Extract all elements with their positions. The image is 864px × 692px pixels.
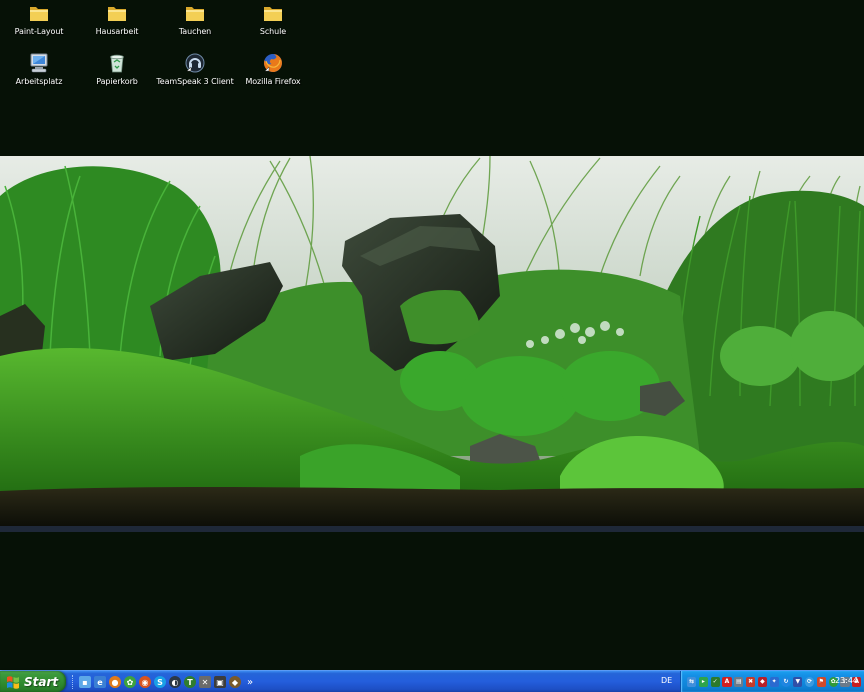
quicklaunch-overflow-chevron[interactable]: »: [247, 677, 253, 688]
desktop-icon-schule[interactable]: Schule: [236, 2, 310, 46]
safely-remove-icon[interactable]: ▸: [698, 676, 708, 687]
desktop-icon-label: Hausarbeit: [95, 27, 139, 36]
desktop-icon-label: Tauchen: [178, 27, 212, 36]
toolbar-grip[interactable]: [72, 675, 75, 689]
app-icon[interactable]: ◆: [229, 676, 241, 688]
desktop-icon-arbeitsplatz[interactable]: Arbeitsplatz: [2, 52, 76, 96]
desktop-icon-label: Papierkorb: [96, 77, 138, 86]
media-icon[interactable]: ▣: [214, 676, 226, 688]
folder-icon: [184, 2, 206, 24]
sync-icon[interactable]: ↻: [781, 676, 791, 687]
printer-icon[interactable]: ▤: [734, 676, 744, 687]
desktop-icon-label: Mozilla Firefox: [245, 77, 301, 86]
skype-icon[interactable]: S: [154, 676, 166, 688]
language-indicator[interactable]: DE: [658, 675, 675, 686]
desktop-icon-hausarbeit[interactable]: Hausarbeit: [80, 2, 154, 46]
teamspeak-icon: [184, 52, 206, 74]
desktop-icon-paint-layout[interactable]: Paint-Layout: [2, 2, 76, 46]
firefox-icon: [262, 52, 284, 74]
system-clock[interactable]: 23:44: [835, 676, 858, 685]
browser-icon[interactable]: ◉: [139, 676, 151, 688]
desktop-icon-teamspeak[interactable]: TeamSpeak 3 Client: [156, 52, 234, 96]
game-icon[interactable]: T: [184, 676, 196, 688]
folder-icon: [262, 2, 284, 24]
recycle-bin-icon: [106, 52, 128, 74]
messenger-icon[interactable]: ✦: [769, 676, 779, 687]
antivirus-icon[interactable]: ✓: [710, 676, 720, 687]
system-tray: ⇆ ▸ ✓ A ▤ ✖ ◆ ✦ ↻ ▼ ⟳ ⚑ ✿ ♪ A 23:44: [680, 671, 864, 692]
folder-icon: [106, 2, 128, 24]
tool-icon[interactable]: ✕: [199, 676, 211, 688]
icq-icon[interactable]: ✿: [124, 676, 136, 688]
desktop-icon-label: Arbeitsplatz: [15, 77, 63, 86]
windows-logo-icon: [7, 675, 19, 689]
flag-icon[interactable]: ⚑: [816, 676, 826, 687]
shield-icon[interactable]: ▼: [793, 676, 803, 687]
tool-tray-icon[interactable]: ✖: [745, 676, 756, 687]
taskbar: Start ▪ e ● ✿ ◉ S ◐ T ✕ ▣ ◆ » DE ⇆ ▸ ✓ A…: [0, 670, 864, 692]
desktop-icon-firefox[interactable]: Mozilla Firefox: [236, 52, 310, 96]
aquascape-wallpaper: [0, 156, 864, 532]
quick-launch-toolbar: ▪ e ● ✿ ◉ S ◐ T ✕ ▣ ◆ »: [72, 674, 253, 690]
start-label: Start: [24, 674, 59, 689]
update-icon[interactable]: ⟳: [804, 676, 815, 687]
ati-icon[interactable]: A: [722, 676, 732, 687]
start-button[interactable]: Start: [0, 671, 66, 692]
internet-explorer-icon[interactable]: e: [94, 676, 106, 688]
firefox-icon[interactable]: ●: [109, 676, 121, 688]
desktop-icon-label: Paint-Layout: [14, 27, 64, 36]
desktop-icon-papierkorb[interactable]: Papierkorb: [80, 52, 154, 96]
teamspeak-icon[interactable]: ◐: [169, 676, 181, 688]
security-icon[interactable]: ◆: [757, 676, 767, 687]
desktop-icon-label: TeamSpeak 3 Client: [156, 77, 234, 86]
network-icon[interactable]: ⇆: [687, 676, 697, 687]
show-desktop-icon[interactable]: ▪: [79, 676, 91, 688]
desktop-icon-label: Schule: [259, 27, 287, 36]
folder-icon: [28, 2, 50, 24]
desktop-icon-tauchen[interactable]: Tauchen: [158, 2, 232, 46]
my-computer-icon: [28, 52, 50, 74]
